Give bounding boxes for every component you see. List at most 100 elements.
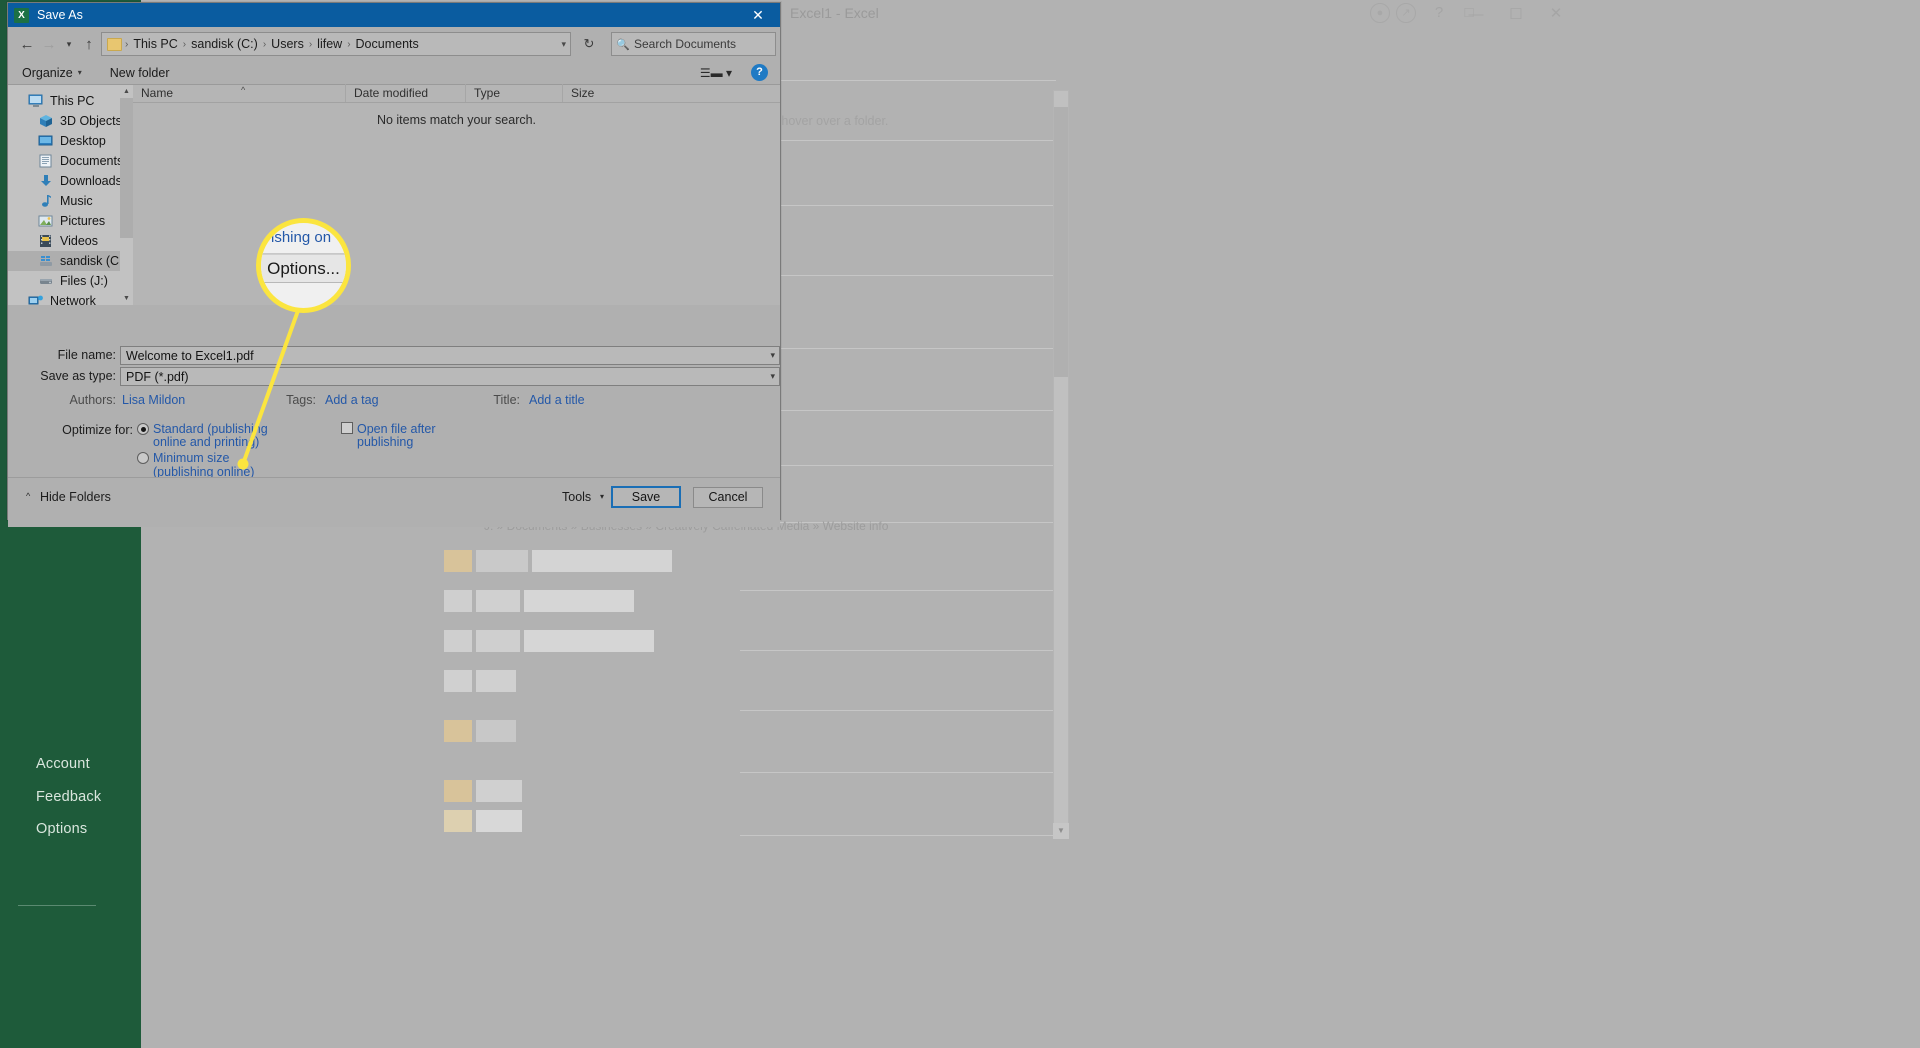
file-list-pane: Name Date modified Type Size ^ No items …: [133, 84, 780, 305]
refresh-icon[interactable]: ↻: [576, 32, 602, 56]
breadcrumb-users[interactable]: Users: [269, 37, 306, 51]
desktop-icon: [38, 134, 54, 148]
organize-button[interactable]: Organize: [22, 66, 73, 80]
drive-icon: [38, 254, 54, 268]
folder-icon: [107, 37, 122, 51]
dialog-toolbar: Organize ▾ New folder ☰▬ ▾ ?: [8, 61, 780, 85]
chevron-down-icon[interactable]: ▾: [770, 350, 775, 361]
sidebar-item-label: sandisk (C:): [60, 254, 127, 268]
search-box[interactable]: 🔍 Search Documents: [611, 32, 776, 56]
chevron-down-icon[interactable]: ▼: [120, 292, 133, 305]
address-bar[interactable]: › This PC › sandisk (C:) › Users › lifew…: [101, 32, 571, 56]
chevron-down-icon[interactable]: ▾: [770, 371, 775, 382]
sidebar-item-label: Files (J:): [60, 274, 108, 288]
sidebar-item-music[interactable]: Music: [8, 191, 133, 211]
rail-link-feedback[interactable]: Feedback: [36, 789, 101, 805]
breadcrumb-sandisk-c[interactable]: sandisk (C:): [189, 37, 260, 51]
rail-link-options[interactable]: Options: [36, 821, 87, 837]
minimize-button[interactable]: —: [1462, 6, 1490, 23]
chevron-up-icon[interactable]: ▲: [120, 85, 133, 98]
sidebar-scrollbar[interactable]: ▲ ▼: [120, 85, 133, 305]
tags-value[interactable]: Add a tag: [325, 393, 379, 407]
sidebar-item-this-pc[interactable]: This PC: [8, 91, 133, 111]
rail-divider: [18, 905, 96, 906]
chevron-down-icon[interactable]: ▾: [561, 39, 566, 50]
breadcrumb-lifew[interactable]: lifew: [315, 37, 344, 51]
callout-options-button[interactable]: Options...: [261, 254, 346, 283]
cancel-button[interactable]: Cancel: [693, 487, 763, 508]
sidebar-item-desktop[interactable]: Desktop: [8, 131, 133, 151]
music-note-icon: [38, 194, 54, 208]
radio-standard-line1[interactable]: Standard (publishing: [153, 422, 268, 436]
breadcrumb-this-pc[interactable]: This PC: [131, 37, 179, 51]
radio-minimum-size-line1[interactable]: Minimum size: [153, 451, 229, 465]
save-as-type-select[interactable]: PDF (*.pdf) ▾: [120, 367, 780, 386]
breadcrumb-separator: ›: [125, 38, 129, 50]
optimize-for-label: Optimize for:: [62, 423, 133, 437]
help-icon[interactable]: ?: [1425, 4, 1453, 21]
share-icon[interactable]: ↗: [1396, 3, 1416, 23]
scrollbar-down-button[interactable]: ▼: [1053, 823, 1069, 839]
recent-locations-icon[interactable]: ▾: [60, 39, 78, 50]
column-header-size[interactable]: Size: [562, 84, 628, 102]
sidebar-item-videos[interactable]: Videos: [8, 231, 133, 251]
column-header-date-modified[interactable]: Date modified: [345, 84, 465, 102]
open-file-after-publishing-checkbox[interactable]: [341, 422, 353, 434]
column-header-name[interactable]: Name: [133, 84, 345, 102]
search-input[interactable]: Search Documents: [634, 37, 736, 51]
vertical-scrollbar-thumb[interactable]: [1054, 107, 1068, 377]
back-button[interactable]: ←: [16, 36, 38, 53]
close-button[interactable]: ✕: [1542, 4, 1570, 22]
breadcrumb-documents[interactable]: Documents: [354, 37, 421, 51]
forward-button[interactable]: →: [38, 36, 60, 53]
radio-minimum-size[interactable]: [137, 452, 149, 464]
sidebar-item-documents[interactable]: Documents: [8, 151, 133, 171]
tools-button[interactable]: Tools: [562, 490, 591, 504]
breadcrumb-separator: ›: [182, 38, 187, 50]
title-label: Title:: [493, 393, 520, 407]
new-folder-button[interactable]: New folder: [110, 66, 170, 80]
authors-value[interactable]: Lisa Mildon: [122, 393, 185, 407]
sidebar-item-label: This PC: [50, 94, 95, 108]
chevron-down-icon[interactable]: ▾: [600, 492, 604, 501]
drive-icon: [38, 274, 54, 288]
hide-folders-button[interactable]: Hide Folders: [40, 490, 111, 504]
sidebar-item-files-j[interactable]: Files (J:): [8, 271, 133, 291]
save-button[interactable]: Save: [611, 486, 681, 508]
radio-standard-line2[interactable]: online and printing): [153, 435, 259, 449]
download-icon: [38, 174, 54, 188]
title-value[interactable]: Add a title: [529, 393, 585, 407]
save-as-type-value: PDF (*.pdf): [126, 369, 189, 384]
sidebar-item-sandisk-c[interactable]: sandisk (C:): [8, 251, 133, 271]
breadcrumb-separator: ›: [347, 38, 351, 50]
column-header-type[interactable]: Type: [465, 84, 562, 102]
breadcrumb-separator: ›: [262, 38, 267, 50]
rail-link-account[interactable]: Account: [36, 756, 90, 772]
sidebar-item-3d-objects[interactable]: 3D Objects: [8, 111, 133, 131]
radio-standard[interactable]: [137, 423, 149, 435]
sidebar-scrollbar-thumb[interactable]: [120, 98, 133, 238]
open-after-label-line1[interactable]: Open file after: [357, 422, 436, 436]
sidebar-item-label: Desktop: [60, 134, 106, 148]
picture-icon: [38, 214, 54, 228]
file-name-input[interactable]: Welcome to Excel1.pdf ▾: [120, 346, 780, 365]
close-icon[interactable]: ✕: [736, 3, 780, 27]
sort-ascending-icon: ^: [241, 85, 246, 95]
chevron-down-icon[interactable]: ▾: [78, 68, 82, 77]
magnifier-callout: ishing on Options...: [256, 218, 351, 313]
open-after-label-line2[interactable]: publishing: [357, 435, 413, 449]
sidebar-item-downloads[interactable]: Downloads: [8, 171, 133, 191]
sidebar-item-pictures[interactable]: Pictures: [8, 211, 133, 231]
chevron-up-icon[interactable]: ^: [26, 491, 30, 501]
callout-partial-text: ishing on: [271, 229, 332, 246]
cube-icon: [38, 114, 54, 128]
view-mode-button[interactable]: ☰▬ ▾: [700, 66, 732, 80]
sidebar-item-label: Music: [60, 194, 93, 208]
maximize-button[interactable]: ☐: [1502, 5, 1530, 23]
dialog-footer: ^ Hide Folders Tools ▾ Save Cancel: [8, 477, 780, 519]
up-button[interactable]: ↑: [78, 36, 100, 53]
search-icon: 🔍: [616, 38, 630, 51]
help-icon[interactable]: ?: [751, 64, 768, 81]
background-hint-text: ou hover over a folder.: [764, 114, 889, 128]
user-account-icon[interactable]: ●: [1370, 3, 1390, 23]
